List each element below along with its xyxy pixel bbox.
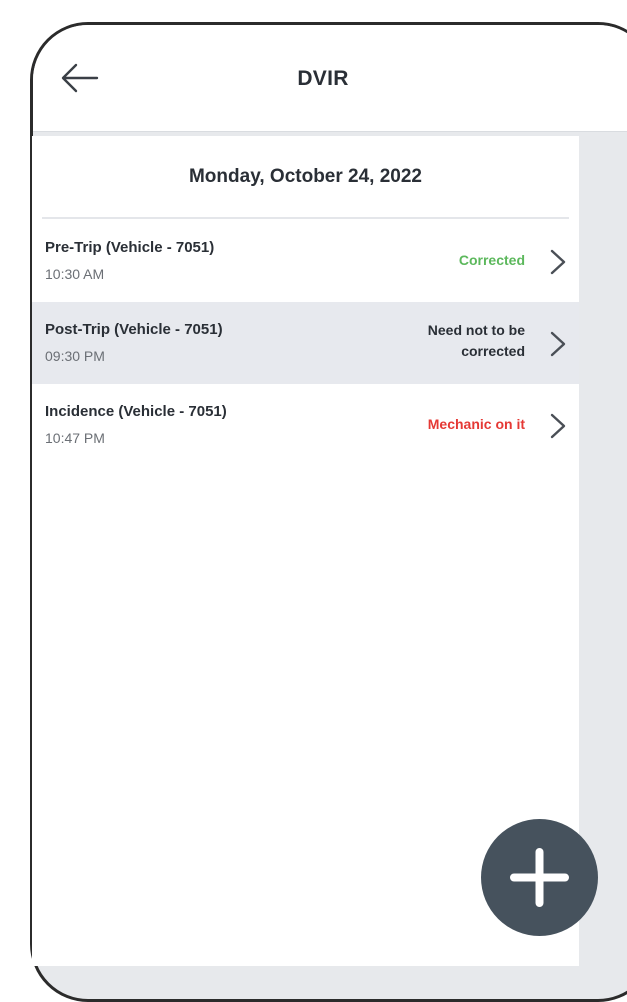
inspection-list: Pre-Trip (Vehicle - 7051) 10:30 AM Corre…: [32, 220, 579, 466]
inspection-row-pre-trip[interactable]: Pre-Trip (Vehicle - 7051) 10:30 AM Corre…: [32, 220, 579, 302]
chevron-right-icon: [547, 247, 569, 277]
status-label: Corrected: [458, 252, 525, 268]
inspection-title: Pre-Trip (Vehicle - 7051): [45, 239, 215, 256]
inspection-time: 09:30 PM: [45, 348, 105, 364]
plus-icon: [510, 848, 569, 907]
divider: [42, 217, 569, 219]
chevron-right-icon: [547, 329, 569, 359]
app-header: DVIR: [33, 25, 627, 132]
inspection-row-post-trip[interactable]: Post-Trip (Vehicle - 7051) 09:30 PM Need…: [32, 302, 579, 384]
inspection-time: 10:47 PM: [45, 430, 105, 446]
chevron-right-icon: [547, 411, 569, 441]
status-label: Need not to be corrected: [427, 322, 525, 359]
inspection-title: Post-Trip (Vehicle - 7051): [45, 321, 223, 338]
inspection-row-incidence[interactable]: Incidence (Vehicle - 7051) 10:47 PM Mech…: [32, 384, 579, 466]
status-label: Mechanic on it: [427, 416, 525, 432]
date-heading: Monday, October 24, 2022: [188, 166, 422, 187]
inspection-time: 10:30 AM: [45, 266, 105, 282]
inspection-title: Incidence (Vehicle - 7051): [45, 403, 227, 420]
page-title: DVIR: [297, 67, 349, 90]
add-inspection-button[interactable]: [481, 819, 598, 936]
